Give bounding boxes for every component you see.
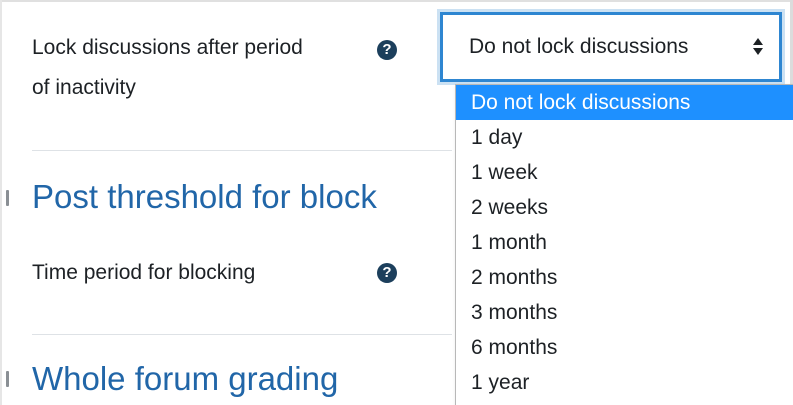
whole-forum-grading-heading[interactable]: Whole forum grading — [32, 357, 338, 401]
dropdown-option[interactable]: 3 months — [456, 295, 793, 330]
time-period-blocking-label: Time period for blocking — [32, 261, 256, 284]
dropdown-option[interactable]: 1 year — [456, 365, 793, 400]
forum-settings-panel: Lock discussions after period of inactiv… — [0, 0, 793, 405]
lock-discussions-dropdown: Do not lock discussions 1 day 1 week 2 w… — [455, 84, 793, 405]
dropdown-option[interactable]: 2 months — [456, 260, 793, 295]
dropdown-option[interactable]: 1 week — [456, 155, 793, 190]
dropdown-option[interactable]: 2 weeks — [456, 190, 793, 225]
panel-top-border — [0, 0, 793, 2]
lock-discussions-label-line2: of inactivity — [32, 76, 136, 99]
lock-discussions-label-line1: Lock discussions after period — [32, 36, 303, 59]
section-divider — [32, 334, 452, 335]
select-arrows-icon — [753, 37, 763, 57]
lock-discussions-select-value: Do not lock discussions — [469, 35, 689, 58]
question-circle-icon[interactable]: ? — [377, 40, 397, 60]
dropdown-option[interactable]: 1 day — [456, 120, 793, 155]
collapse-marker-icon — [6, 190, 9, 206]
question-circle-icon[interactable]: ? — [377, 263, 397, 283]
collapse-marker-icon — [6, 371, 9, 387]
lock-discussions-select[interactable]: Do not lock discussions — [440, 12, 782, 82]
dropdown-option[interactable]: 6 months — [456, 330, 793, 365]
dropdown-option[interactable]: Do not lock discussions — [456, 85, 793, 120]
post-threshold-heading[interactable]: Post threshold for block — [32, 175, 377, 219]
panel-left-border — [0, 0, 2, 405]
section-divider — [32, 150, 452, 151]
dropdown-option[interactable]: 1 month — [456, 225, 793, 260]
